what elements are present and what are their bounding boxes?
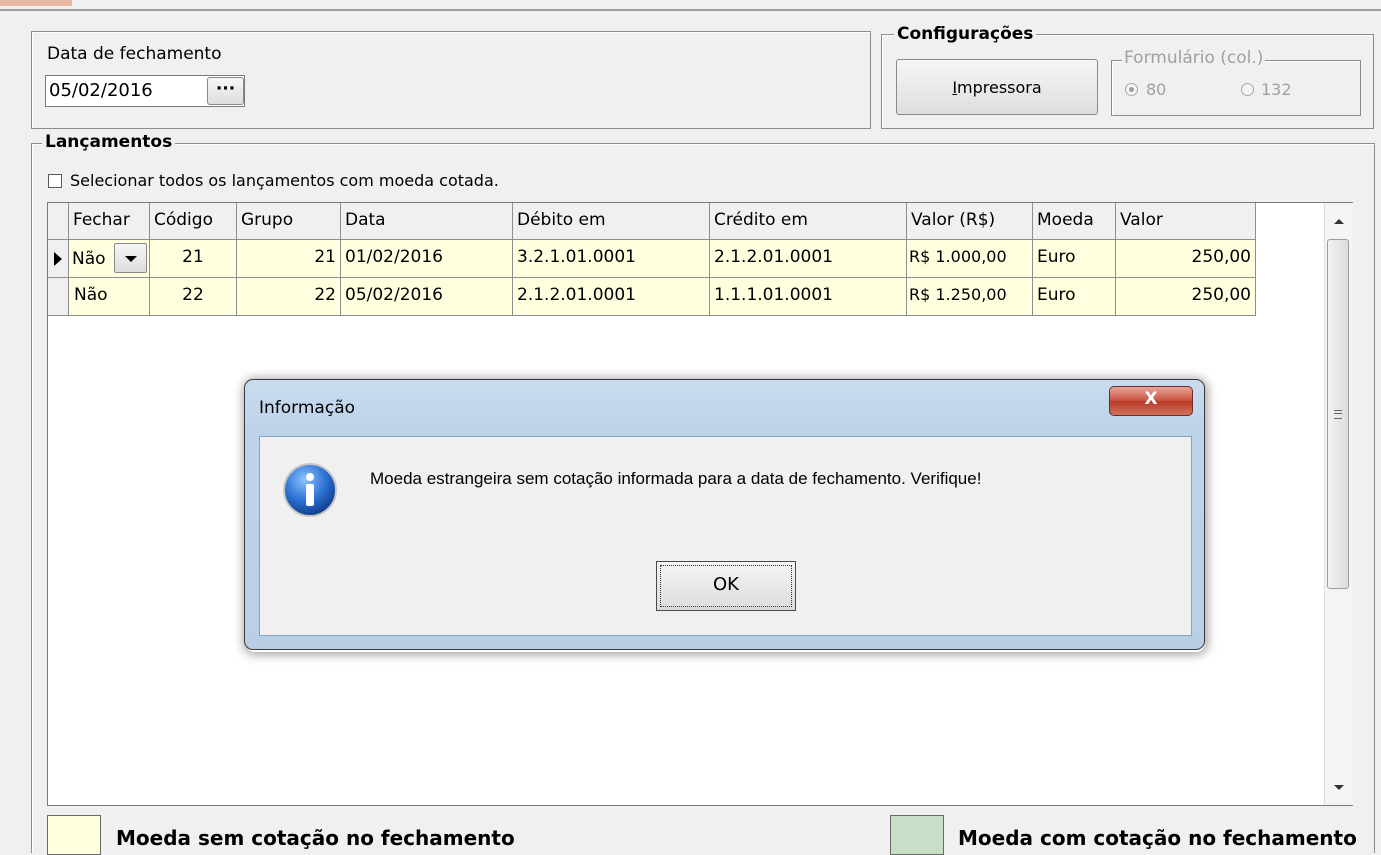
col-header-moeda[interactable]: Moeda (1033, 203, 1116, 240)
table-row-1-data[interactable]: 01/02/2016 (341, 240, 513, 278)
fechamento-date-input[interactable]: 05/02/2016 ··· (45, 75, 245, 107)
table-row-2-fechar[interactable]: Não (69, 278, 150, 316)
legend-swatch-sem-cotacao (47, 815, 101, 855)
row-indicator[interactable] (48, 240, 69, 278)
table-row-2-debito[interactable]: 2.1.2.01.0001 (513, 278, 710, 316)
table-row-1-debito[interactable]: 3.2.1.01.0001 (513, 240, 710, 278)
table-row-2-valor[interactable]: 250,00 (1116, 278, 1256, 316)
col-header-data[interactable]: Data (341, 203, 513, 240)
table-row-2-data[interactable]: 05/02/2016 (341, 278, 513, 316)
table-row-1-fechar[interactable]: Não (69, 240, 150, 278)
radio-80[interactable] (1125, 83, 1138, 96)
table-row-1-valor[interactable]: 250,00 (1116, 240, 1256, 278)
table-row-1-moeda[interactable]: Euro (1033, 240, 1116, 278)
form-title: Formulário (col.) (1122, 48, 1266, 68)
dialog-body: Moeda estrangeira sem cotação informada … (259, 436, 1192, 636)
col-header-codigo[interactable]: Código (150, 203, 237, 240)
chevron-down-icon (125, 256, 137, 262)
config-title: Configurações (894, 24, 1037, 44)
legend-com-cotacao: Moeda com cotação no fechamento (958, 826, 1357, 850)
date-picker-button[interactable]: ··· (207, 77, 244, 105)
table-row-2-grupo[interactable]: 22 (237, 278, 341, 316)
dialog-close-button[interactable]: X (1109, 386, 1193, 416)
radio-132[interactable] (1241, 83, 1254, 96)
ok-label: OK (713, 574, 739, 595)
grid-vertical-scrollbar[interactable] (1324, 203, 1353, 805)
table-row-2-codigo[interactable]: 22 (150, 278, 237, 316)
current-row-arrow-icon (54, 252, 62, 266)
info-dialog[interactable]: Informação X Moeda estrangeira sem cotaç… (244, 379, 1205, 650)
scroll-down-icon[interactable] (1334, 785, 1344, 790)
ok-button[interactable]: OK (656, 561, 796, 611)
legend-swatch-com-cotacao (890, 815, 944, 855)
select-all-checkbox[interactable] (48, 174, 62, 188)
select-all-label: Selecionar todos os lançamentos com moed… (70, 171, 499, 190)
printer-label: mpressora (957, 78, 1042, 97)
legend-sem-cotacao: Moeda sem cotação no fechamento (116, 826, 515, 850)
table-row-1-valor-brl[interactable]: R$ 1.000,00 (907, 240, 1033, 278)
table-row-1-credito[interactable]: 2.1.2.01.0001 (710, 240, 907, 278)
window-top-border (0, 0, 1381, 11)
radio-80-label: 80 (1146, 80, 1167, 99)
table-row-2-moeda[interactable]: Euro (1033, 278, 1116, 316)
scroll-up-icon[interactable] (1334, 219, 1344, 224)
grip-icon (1334, 410, 1342, 419)
close-icon: X (1144, 389, 1158, 409)
col-header-grupo[interactable]: Grupo (237, 203, 341, 240)
date-picker-label: ··· (215, 79, 236, 99)
information-icon (283, 463, 337, 517)
dialog-message: Moeda estrangeira sem cotação informada … (370, 469, 982, 488)
table-row-1-codigo[interactable]: 21 (150, 240, 237, 278)
fechamento-label: Data de fechamento (47, 44, 222, 64)
fechar-value: Não (72, 249, 106, 269)
col-header-valor[interactable]: Valor (1116, 203, 1256, 240)
col-header-debito[interactable]: Débito em (513, 203, 710, 240)
fechamento-date-value: 05/02/2016 (49, 80, 153, 101)
table-row-1-grupo[interactable]: 21 (237, 240, 341, 278)
dialog-title: Informação (259, 398, 356, 418)
row-indicator[interactable] (48, 278, 69, 316)
lancamentos-title: Lançamentos (42, 132, 176, 152)
col-header-valor-brl[interactable]: Valor (R$) (907, 203, 1033, 240)
grid-corner (48, 203, 69, 240)
fechar-dropdown-button[interactable] (114, 243, 147, 273)
window-accent (0, 0, 72, 6)
table-row-2-valor-brl[interactable]: R$ 1.250,00 (907, 278, 1033, 316)
col-header-credito[interactable]: Crédito em (710, 203, 907, 240)
printer-button[interactable]: Impressora (896, 59, 1098, 115)
grip-icon-mid (1334, 413, 1342, 414)
col-header-fechar[interactable]: Fechar (69, 203, 150, 240)
table-row-2-credito[interactable]: 1.1.1.01.0001 (710, 278, 907, 316)
radio-132-label: 132 (1261, 80, 1292, 99)
scroll-thumb[interactable] (1327, 239, 1349, 589)
